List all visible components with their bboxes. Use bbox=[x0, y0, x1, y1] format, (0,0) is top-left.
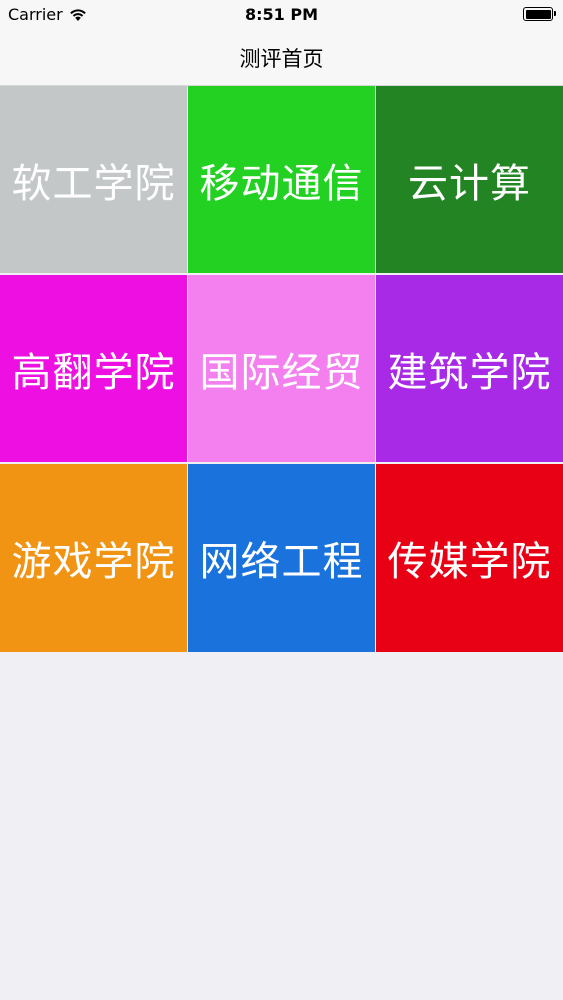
tile-label: 移动通信 bbox=[199, 160, 364, 207]
page-title: 测评首页 bbox=[239, 47, 324, 71]
battery-full-icon bbox=[523, 7, 556, 21]
tile-label: 国际经贸 bbox=[199, 349, 364, 396]
tile-media[interactable]: 传媒学院 bbox=[376, 464, 563, 652]
college-grid: 软工学院 移动通信 云计算 高翻学院 国际经贸 建筑学院 游戏学院 网络工程 传… bbox=[0, 86, 563, 652]
status-bar: Carrier 8:51 PM bbox=[0, 0, 563, 30]
tile-international-trade[interactable]: 国际经贸 bbox=[188, 275, 375, 462]
tile-advanced-translation[interactable]: 高翻学院 bbox=[0, 275, 187, 462]
tile-label: 软工学院 bbox=[11, 160, 176, 207]
tile-network-engineering[interactable]: 网络工程 bbox=[188, 464, 375, 652]
tile-label: 高翻学院 bbox=[11, 349, 176, 396]
navigation-bar: 测评首页 bbox=[0, 30, 563, 86]
tile-architecture[interactable]: 建筑学院 bbox=[376, 275, 563, 462]
tile-label: 建筑学院 bbox=[387, 349, 552, 396]
tile-software-engineering[interactable]: 软工学院 bbox=[0, 86, 187, 273]
tile-mobile-communication[interactable]: 移动通信 bbox=[188, 86, 375, 273]
tile-label: 传媒学院 bbox=[387, 539, 552, 585]
tile-label: 游戏学院 bbox=[11, 539, 176, 585]
tile-label: 网络工程 bbox=[199, 539, 364, 585]
tile-label: 云计算 bbox=[408, 160, 531, 207]
tile-cloud-computing[interactable]: 云计算 bbox=[376, 86, 563, 273]
tile-game-design[interactable]: 游戏学院 bbox=[0, 464, 187, 652]
status-time: 8:51 PM bbox=[244, 5, 318, 24]
